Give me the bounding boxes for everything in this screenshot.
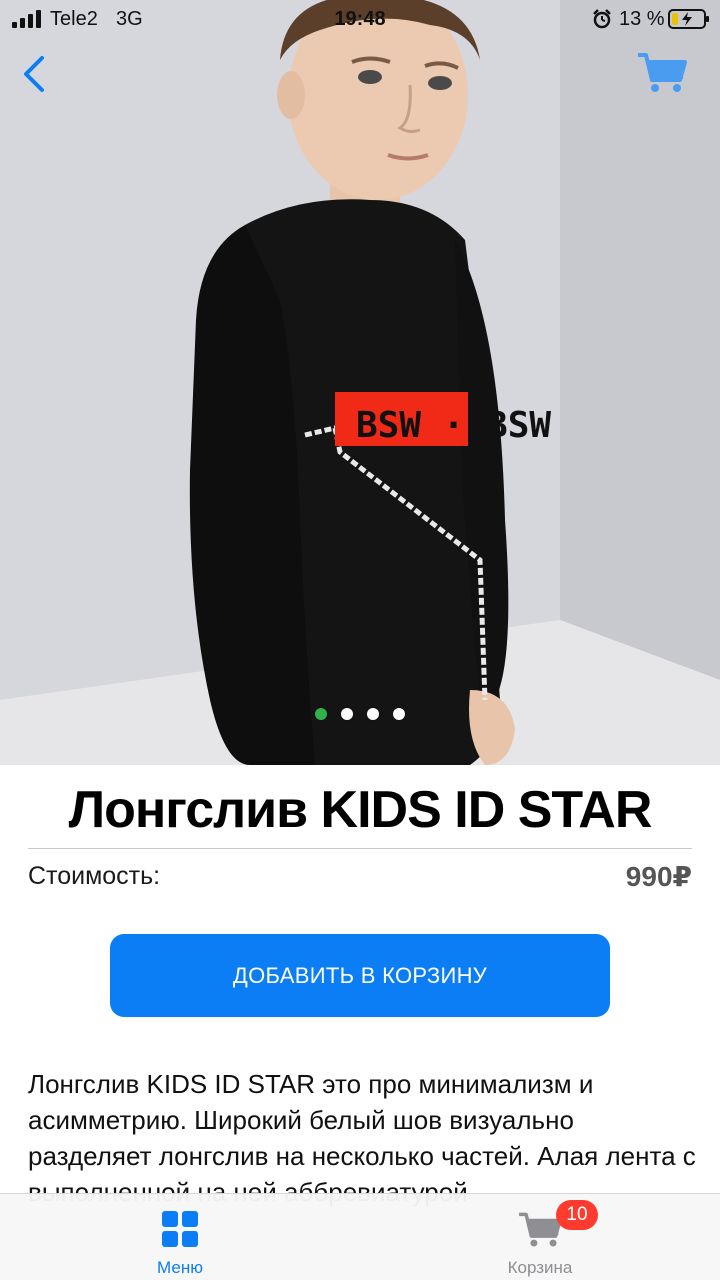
product-title: Лонгслив KIDS ID STAR	[68, 781, 653, 839]
cart-icon	[440, 1210, 640, 1255]
cart-icon	[638, 53, 687, 92]
tab-bar: Меню 10 Корзина	[0, 1193, 720, 1280]
divider	[28, 848, 692, 849]
battery-percent: 13 %	[619, 8, 665, 30]
clock: 19:48	[334, 8, 386, 30]
status-bar: Tele2 3G 19:48 13 %	[0, 0, 720, 40]
image-pager	[0, 707, 720, 725]
product-photo-illustration: BSW · BSW	[0, 0, 720, 765]
tab-cart-label: Корзина	[507, 1258, 573, 1277]
cart-button[interactable]	[636, 50, 688, 96]
pager-dot-1[interactable]	[315, 708, 327, 720]
price-label: Стоимость:	[28, 862, 161, 890]
grid-icon	[80, 1210, 280, 1253]
back-button[interactable]	[14, 52, 58, 96]
price-value: 990₽	[625, 861, 692, 892]
add-to-cart-button[interactable]: ДОБАВИТЬ В КОРЗИНУ	[110, 934, 610, 1017]
tab-menu[interactable]: Меню	[80, 1194, 280, 1280]
product-description: Лонгслив KIDS ID STAR это про минимализм…	[28, 1069, 696, 1207]
pager-dot-3[interactable]	[367, 708, 379, 720]
tab-menu-label: Меню	[157, 1258, 203, 1277]
chevron-left-icon	[24, 56, 44, 92]
product-screen: BSW · BSW Tele2 3G 19:48 13 % Лонгслив K…	[0, 0, 720, 1280]
product-image[interactable]: BSW · BSW Tele2 3G 19:48 13 %	[0, 0, 720, 765]
pager-dot-4[interactable]	[393, 708, 405, 720]
pager-dot-2[interactable]	[341, 708, 353, 720]
shirt-print-text: BSW · BSW	[356, 405, 551, 446]
tab-cart[interactable]: 10 Корзина	[440, 1194, 640, 1280]
cart-count-badge: 10	[556, 1200, 598, 1230]
